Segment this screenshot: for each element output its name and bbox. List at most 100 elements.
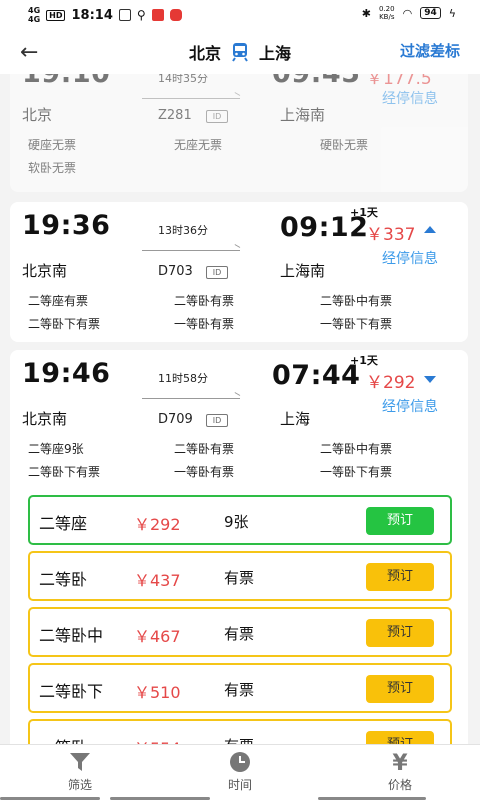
price: ￥177.5	[366, 74, 432, 89]
id-card-icon: ID	[206, 266, 228, 279]
charging-icon: ϟ	[448, 6, 456, 20]
clock-icon	[230, 752, 250, 772]
seat-status: 一等卧下有票	[320, 465, 393, 479]
seat-class: 二等卧下	[39, 682, 104, 701]
next-day-badge: +1天	[350, 206, 378, 219]
origin-city: 北京	[188, 44, 221, 63]
fare-option[interactable]: 一等卧 ￥554 有票 预订	[28, 719, 452, 744]
funnel-icon	[70, 753, 90, 771]
next-day-badge: +1天	[350, 354, 378, 367]
top-nav: ← 北京 上海 过滤差标	[0, 30, 480, 74]
train-card[interactable]: 19:10 14时35分 09:45 ￥177.5 经停信息 北京 Z281 I…	[10, 74, 468, 192]
arrival-station: 上海南	[280, 262, 326, 280]
book-button[interactable]: 预订	[366, 507, 434, 535]
fare-price: ￥292	[134, 515, 181, 534]
seat-class: 二等卧	[39, 570, 88, 589]
duration: 13时36分	[158, 224, 208, 237]
arrival-time: 09:45	[272, 74, 360, 89]
fare-option[interactable]: 二等卧下 ￥510 有票 预订	[28, 663, 452, 713]
train-number: D709	[158, 412, 193, 427]
fare-option[interactable]: 二等座 ￥292 9张 预订	[28, 495, 452, 545]
train-card[interactable]: 19:36 13时36分 09:12 +1天 ￥337 经停信息 北京南 D70…	[10, 202, 468, 342]
seat-status: 二等卧有票	[174, 294, 235, 308]
svg-text:¥: ¥	[392, 751, 408, 773]
hd-badge: HD	[46, 9, 66, 21]
expand-up-icon[interactable]	[424, 226, 436, 233]
seat-status: 一等卧下有票	[320, 317, 393, 331]
app-notification-icon-2	[169, 9, 182, 21]
train-card-expanded[interactable]: 19:46 11时58分 07:44 +1天 ￥292 经停信息 北京南 D70…	[10, 350, 468, 744]
fare-price: ￥467	[134, 627, 181, 646]
seat-status: 二等卧下有票	[28, 317, 101, 331]
tab-price[interactable]: ¥ 价格	[360, 751, 440, 793]
tab-time[interactable]: 时间	[200, 751, 280, 793]
bottom-sort-bar: 筛选 时间 ¥ 价格	[0, 744, 480, 800]
seat-status: 二等座9张	[28, 442, 84, 456]
departure-station: 北京南	[22, 410, 68, 428]
price: ￥337	[366, 225, 416, 245]
seat-status: 一等卧有票	[174, 317, 235, 331]
fare-option[interactable]: 二等卧中 ￥467 有票 预订	[28, 607, 452, 657]
route-arrow	[142, 250, 240, 251]
tab-price-label: 价格	[387, 778, 412, 792]
route-arrow	[142, 98, 240, 99]
duration: 14时35分	[158, 74, 208, 85]
tab-filter-label: 筛选	[67, 778, 92, 792]
bluetooth-icon: ✱	[361, 6, 371, 20]
availability: 有票	[224, 735, 254, 744]
seat-class: 一等卧	[39, 734, 87, 744]
book-button[interactable]: 预订	[366, 619, 434, 647]
signal-indicator: 4G 4G	[28, 6, 41, 24]
arrival-station: 上海南	[280, 106, 326, 124]
stops-info-link[interactable]: 经停信息	[382, 88, 438, 108]
book-button[interactable]: 预订	[366, 675, 434, 703]
stops-info-link[interactable]: 经停信息	[382, 396, 438, 416]
fare-option[interactable]: 二等卧 ￥437 有票 预订	[28, 551, 452, 601]
seat-status: 二等座有票	[28, 294, 89, 308]
destination-city: 上海	[259, 44, 292, 63]
availability: 9张	[224, 513, 249, 531]
availability: 有票	[224, 681, 255, 699]
departure-time: 19:46	[22, 358, 111, 389]
seat-status: 二等卧中有票	[320, 442, 393, 456]
seat-status: 无座无票	[174, 138, 223, 152]
train-list[interactable]: 19:10 14时35分 09:45 ￥177.5 经停信息 北京 Z281 I…	[0, 74, 480, 744]
stops-info-link[interactable]: 经停信息	[382, 248, 438, 268]
departure-time: 19:36	[22, 210, 111, 241]
book-button[interactable]: 预订	[366, 563, 434, 591]
wifi-icon: ◠	[402, 6, 413, 20]
id-card-icon: ID	[206, 414, 228, 427]
seat-status: 二等卧中有票	[320, 294, 393, 308]
departure-station: 北京	[22, 106, 53, 124]
usb-icon: ⚲	[136, 8, 146, 22]
tab-filter[interactable]: 筛选	[40, 751, 120, 793]
train-number: D703	[158, 264, 193, 279]
status-bar: 4G 4G HD 18:14 ⚲ ✱ 0.20 KB/s ◠ 94 ϟ	[0, 0, 480, 30]
arrival-station: 上海	[280, 410, 311, 428]
departure-station: 北京南	[22, 262, 68, 280]
filter-button[interactable]: 过滤差标	[400, 40, 460, 61]
seat-status: 硬卧无票	[320, 138, 369, 152]
collapse-down-icon[interactable]	[424, 376, 436, 383]
train-number: Z281	[158, 108, 192, 123]
battery-indicator: 94	[420, 7, 441, 19]
seat-status: 硬座无票	[28, 138, 77, 152]
train-icon	[232, 43, 248, 62]
seat-status: 一等卧有票	[174, 465, 235, 479]
seat-status: 二等卧有票	[174, 442, 235, 456]
duration: 11时58分	[158, 372, 208, 385]
status-time: 18:14	[71, 7, 113, 23]
arrival-time: 07:44	[272, 360, 361, 391]
seat-status: 软卧无票	[28, 161, 77, 175]
availability: 有票	[224, 625, 255, 643]
id-card-icon: ID	[206, 110, 228, 123]
seat-status: 二等卧下有票	[28, 465, 101, 479]
tab-time-label: 时间	[227, 778, 252, 792]
seat-class: 二等卧中	[39, 626, 104, 645]
book-button[interactable]: 预订	[366, 731, 434, 744]
availability: 有票	[224, 569, 255, 587]
yen-icon: ¥	[392, 751, 408, 773]
notification-icon	[118, 9, 131, 21]
seat-class: 二等座	[39, 514, 88, 533]
fare-price: ￥554	[134, 735, 181, 744]
